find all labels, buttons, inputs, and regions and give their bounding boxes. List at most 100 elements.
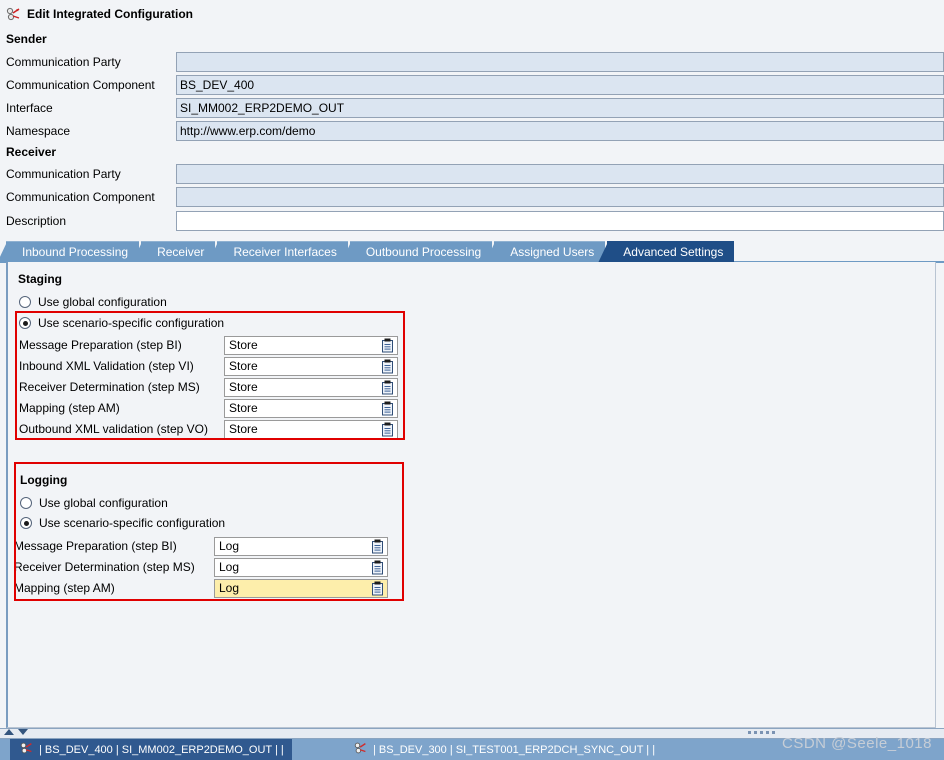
label-receiver-description: Description <box>6 213 67 228</box>
scroll-up-icon[interactable] <box>4 729 14 735</box>
value-help-icon[interactable] <box>379 421 396 438</box>
staging-value-outbound-xml-validation: Store <box>229 422 258 436</box>
radio-indicator <box>20 497 32 509</box>
watermark: CSDN @Seele_1018 <box>782 735 932 752</box>
logging-value-mapping: Log <box>219 581 240 595</box>
sender-heading: Sender <box>6 32 47 46</box>
staging-radio-scenario-label: Use scenario-specific configuration <box>38 316 225 330</box>
staging-option-receiver-determination: Receiver Determination (step MS) Store <box>19 377 399 397</box>
page-title: Edit Integrated Configuration <box>27 7 193 21</box>
receiver-heading: Receiver <box>6 145 57 159</box>
label-sender-namespace: Namespace <box>6 123 71 138</box>
tab-receiver[interactable]: Receiver <box>132 241 216 263</box>
logging-combo-mapping[interactable]: Log <box>214 578 388 598</box>
value-help-icon[interactable] <box>369 580 386 597</box>
logging-combo-receiver-determination[interactable]: Log <box>214 557 388 577</box>
value-help-icon[interactable] <box>369 538 386 555</box>
tab-receiver-interfaces[interactable]: Receiver Interfaces <box>208 241 348 263</box>
tab-assigned-users[interactable]: Assigned Users <box>485 241 606 263</box>
field-row-sender-namespace: Namespace http://www.erp.com/demo <box>0 120 944 141</box>
staging-radio-use-scenario-specific-configuration[interactable]: Use scenario-specific configuration <box>19 316 224 330</box>
resize-grip-icon[interactable] <box>748 731 775 734</box>
logging-radio-global-label: Use global configuration <box>39 496 168 510</box>
staging-combo-outbound-xml-validation[interactable]: Store <box>224 419 398 439</box>
logging-label-receiver-determination: Receiver Determination (step MS) <box>14 560 195 574</box>
staging-option-message-preparation: Message Preparation (step BI) Store <box>19 335 399 355</box>
tab-bar: Inbound Processing Receiver Receiver Int… <box>0 241 944 263</box>
taskbar-item-bs-dev-400[interactable]: | BS_DEV_400 | SI_MM002_ERP2DEMO_OUT | | <box>10 739 292 760</box>
logging-option-mapping: Mapping (step AM) Log <box>14 578 404 598</box>
field-row-receiver-communication-component: Communication Component <box>0 186 944 207</box>
input-sender-interface[interactable]: SI_MM002_ERP2DEMO_OUT <box>176 97 944 118</box>
radio-indicator <box>20 517 32 529</box>
staging-radio-global-label: Use global configuration <box>38 295 167 309</box>
label-sender-communication-party: Communication Party <box>6 54 121 69</box>
staging-option-inbound-xml-validation: Inbound XML Validation (step VI) Store <box>19 356 399 376</box>
field-row-receiver-communication-party: Communication Party <box>0 163 944 184</box>
staging-combo-message-preparation[interactable]: Store <box>224 335 398 355</box>
tab-outbound-processing[interactable]: Outbound Processing <box>340 241 493 263</box>
logging-value-message-preparation: Log <box>219 539 240 553</box>
staging-value-mapping: Store <box>229 401 258 415</box>
scroll-down-icon[interactable] <box>18 729 28 735</box>
field-row-receiver-description: Description <box>0 210 944 231</box>
logging-label-mapping: Mapping (step AM) <box>14 581 115 595</box>
logging-combo-message-preparation[interactable]: Log <box>214 536 388 556</box>
window-title-row: Edit Integrated Configuration <box>0 6 193 22</box>
staging-value-message-preparation: Store <box>229 338 258 352</box>
staging-label-message-preparation: Message Preparation (step BI) <box>19 338 182 352</box>
input-receiver-communication-party[interactable] <box>176 163 944 184</box>
logging-option-receiver-determination: Receiver Determination (step MS) Log <box>14 557 404 577</box>
integrated-configuration-icon <box>6 6 22 22</box>
staging-combo-receiver-determination[interactable]: Store <box>224 377 398 397</box>
logging-label-message-preparation: Message Preparation (step BI) <box>14 539 177 553</box>
scroll-arrows <box>4 729 28 735</box>
logging-value-receiver-determination: Log <box>219 560 240 574</box>
logging-heading: Logging <box>20 473 68 487</box>
input-receiver-communication-component[interactable] <box>176 186 944 207</box>
taskbar-item-label: | BS_DEV_400 | SI_MM002_ERP2DEMO_OUT | | <box>39 743 284 756</box>
staging-value-receiver-determination: Store <box>229 380 258 394</box>
label-sender-interface: Interface <box>6 100 53 115</box>
integrated-configuration-icon <box>354 741 368 758</box>
radio-indicator <box>19 296 31 308</box>
staging-combo-inbound-xml-validation[interactable]: Store <box>224 356 398 376</box>
taskbar-item-label: | BS_DEV_300 | SI_TEST001_ERP2DCH_SYNC_O… <box>373 743 656 756</box>
staging-label-mapping: Mapping (step AM) <box>19 401 120 415</box>
staging-label-outbound-xml-validation: Outbound XML validation (step VO) <box>19 422 208 436</box>
tab-strip: Inbound Processing Receiver Receiver Int… <box>0 241 736 263</box>
value-help-icon[interactable] <box>379 358 396 375</box>
integrated-configuration-icon <box>20 741 34 758</box>
tab-advanced-settings[interactable]: Advanced Settings <box>598 241 735 263</box>
staging-radio-use-global-configuration[interactable]: Use global configuration <box>19 295 167 309</box>
field-row-sender-communication-party: Communication Party <box>0 51 944 72</box>
logging-radio-use-scenario-specific-configuration[interactable]: Use scenario-specific configuration <box>20 516 225 530</box>
tab-inbound-processing[interactable]: Inbound Processing <box>0 241 140 263</box>
logging-radio-use-global-configuration[interactable]: Use global configuration <box>20 496 168 510</box>
radio-indicator <box>19 317 31 329</box>
value-help-icon[interactable] <box>369 559 386 576</box>
staging-value-inbound-xml-validation: Store <box>229 359 258 373</box>
input-sender-communication-component[interactable]: BS_DEV_400 <box>176 74 944 95</box>
staging-heading: Staging <box>18 272 62 286</box>
field-row-sender-communication-component: Communication Component BS_DEV_400 <box>0 74 944 95</box>
value-help-icon[interactable] <box>379 337 396 354</box>
input-receiver-description[interactable] <box>176 210 944 231</box>
taskbar-item-bs-dev-300[interactable]: | BS_DEV_300 | SI_TEST001_ERP2DCH_SYNC_O… <box>344 739 664 760</box>
value-help-icon[interactable] <box>379 400 396 417</box>
input-sender-namespace[interactable]: http://www.erp.com/demo <box>176 120 944 141</box>
value-help-icon[interactable] <box>379 379 396 396</box>
field-row-sender-interface: Interface SI_MM002_ERP2DEMO_OUT <box>0 97 944 118</box>
label-receiver-communication-component: Communication Component <box>6 189 155 204</box>
integrated-configuration-window: Edit Integrated Configuration Sender Com… <box>0 0 944 760</box>
staging-label-receiver-determination: Receiver Determination (step MS) <box>19 380 200 394</box>
staging-option-mapping: Mapping (step AM) Store <box>19 398 399 418</box>
input-sender-communication-party[interactable] <box>176 51 944 72</box>
staging-option-outbound-xml-validation: Outbound XML validation (step VO) Store <box>19 419 399 439</box>
label-sender-communication-component: Communication Component <box>6 77 155 92</box>
advanced-settings-panel: Staging Use global configuration Use sce… <box>6 262 936 728</box>
staging-combo-mapping[interactable]: Store <box>224 398 398 418</box>
logging-radio-scenario-label: Use scenario-specific configuration <box>39 516 226 530</box>
staging-label-inbound-xml-validation: Inbound XML Validation (step VI) <box>19 359 194 373</box>
label-receiver-communication-party: Communication Party <box>6 166 121 181</box>
